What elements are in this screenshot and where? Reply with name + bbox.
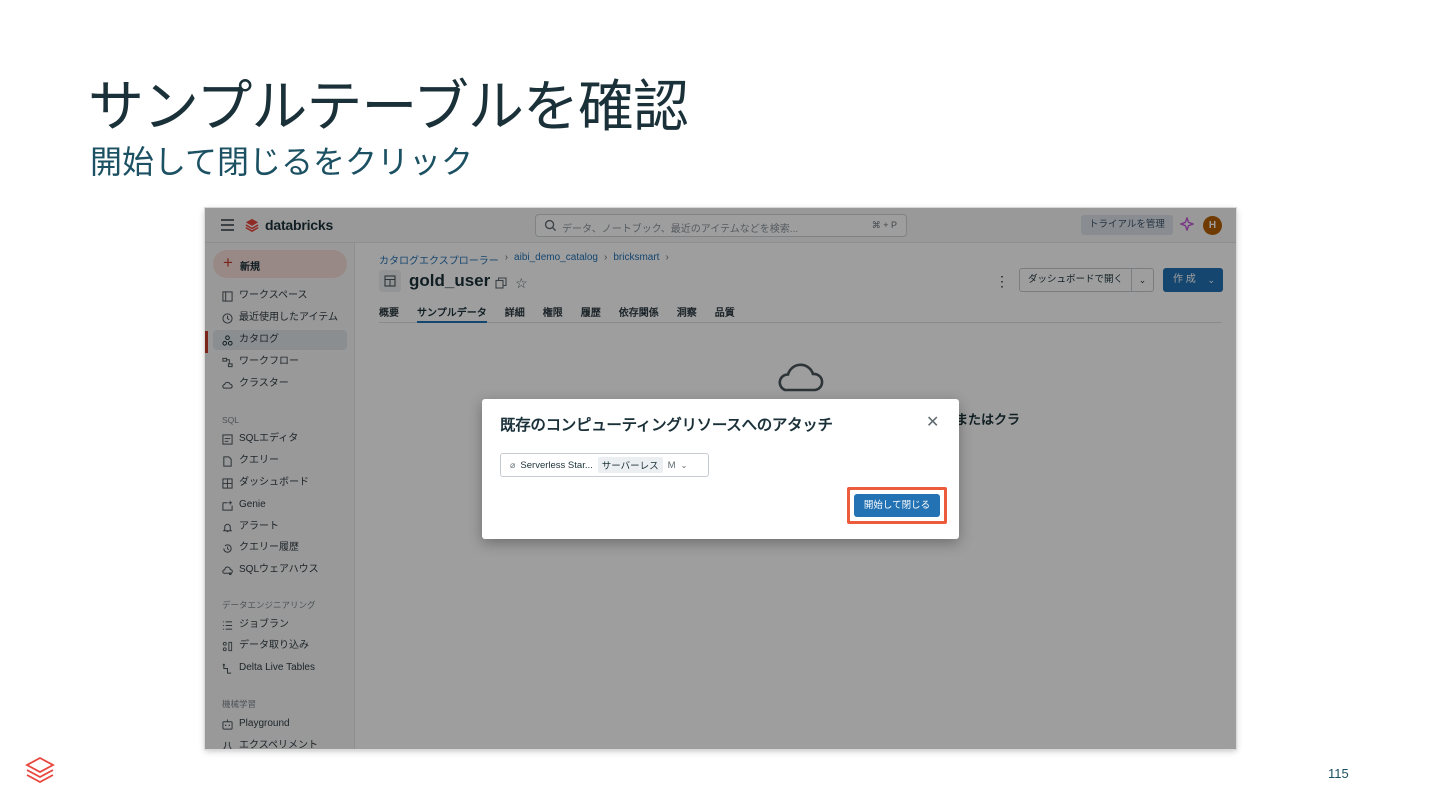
databricks-screenshot: databricks データ、ノートブック、最近のアイテムなどを検索... ⌘ … [205, 208, 1236, 749]
disconnected-icon: ⌀ [510, 459, 516, 470]
slide-subtitle: 開始して閉じるをクリック [90, 143, 474, 181]
compute-size: M [667, 459, 676, 471]
chevron-down-icon: ⌄ [680, 460, 688, 470]
serverless-badge: サーバーレス [597, 457, 663, 473]
start-and-close-button[interactable]: 開始して閉じる [854, 494, 940, 517]
close-icon[interactable]: ✕ [926, 412, 939, 432]
page-number: 115 [1328, 766, 1349, 781]
slide: サンプルテーブルを確認 開始して閉じるをクリック databricks データ、… [0, 0, 1440, 810]
slide-title: サンプルテーブルを確認 [88, 75, 689, 140]
compute-select[interactable]: ⌀ Serverless Star... サーバーレス M ⌄ [500, 453, 709, 477]
dialog-title: 既存のコンピューティングリソースへのアタッチ [500, 417, 833, 434]
compute-name: Serverless Star... [520, 459, 593, 471]
databricks-logo-icon [25, 756, 55, 784]
attach-compute-dialog: 既存のコンピューティングリソースへのアタッチ ✕ ⌀ Serverless St… [482, 399, 959, 539]
